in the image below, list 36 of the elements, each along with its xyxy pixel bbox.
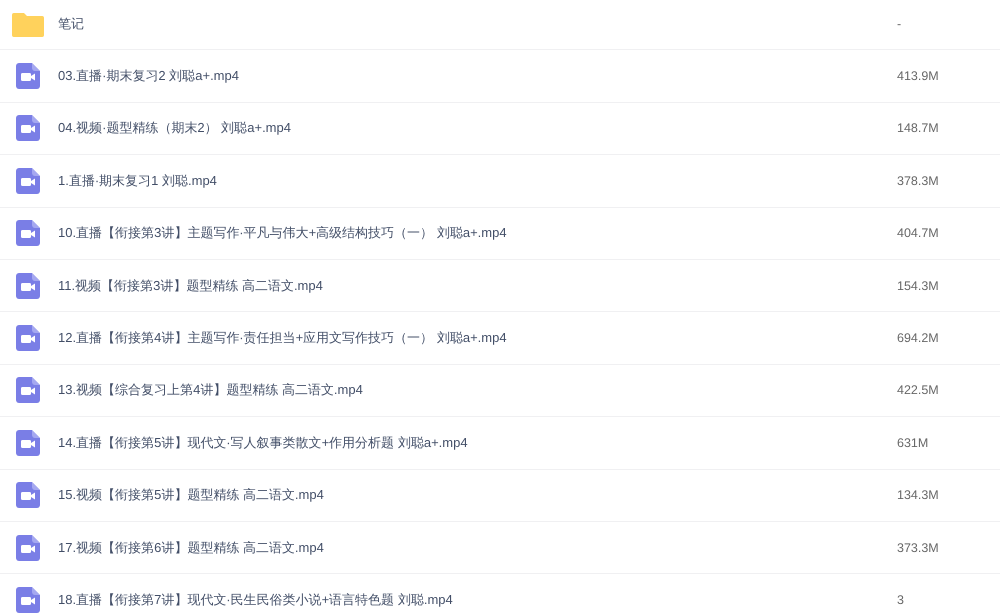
file-name[interactable]: 04.视频·题型精练（期末2） 刘聪a+.mp4	[58, 119, 897, 138]
video-file-icon	[16, 325, 40, 352]
file-name[interactable]: 15.视频【衔接第5讲】题型精练 高二语文.mp4	[58, 486, 897, 504]
file-name[interactable]: 1.直播·期末复习1 刘聪.mp4	[58, 172, 897, 190]
file-size: -	[897, 16, 902, 31]
file-size: 154.3M	[897, 278, 940, 293]
file-name[interactable]: 18.直播【衔接第7讲】现代文·民生民俗类小说+语言特色题 刘聪.mp4	[58, 590, 897, 609]
file-size: 3	[897, 592, 905, 607]
file-name[interactable]: 14.直播【衔接第5讲】现代文·写人叙事类散文+作用分析题 刘聪a+.mp4	[58, 434, 897, 452]
file-size: 404.7M	[897, 226, 940, 240]
video-file-icon	[16, 430, 40, 456]
file-name[interactable]: 12.直播【衔接第4讲】主题写作·责任担当+应用文写作技巧（一） 刘聪a+.mp4	[58, 329, 897, 348]
file-size: 134.3M	[897, 488, 940, 502]
file-size: 694.2M	[897, 331, 940, 346]
file-size: 148.7M	[897, 121, 940, 136]
file-name[interactable]: 03.直播·期末复习2 刘聪a+.mp4	[58, 67, 897, 86]
file-name[interactable]: 17.视频【衔接第6讲】题型精练 高二语文.mp4	[58, 538, 897, 557]
file-size: 631M	[897, 436, 930, 450]
video-file-icon	[16, 482, 40, 508]
file-size: 373.3M	[897, 540, 940, 555]
file-name[interactable]: 13.视频【综合复习上第4讲】题型精练 高二语文.mp4	[58, 381, 897, 400]
video-file-icon	[16, 168, 40, 194]
folder-icon	[12, 10, 44, 37]
video-file-icon	[16, 220, 40, 246]
file-name[interactable]: 10.直播【衔接第3讲】主题写作·平凡与伟大+高级结构技巧（一） 刘聪a+.mp4	[58, 224, 897, 242]
file-name[interactable]: 笔记	[58, 14, 897, 33]
video-file-icon	[16, 534, 40, 561]
video-file-icon	[16, 63, 40, 90]
file-name[interactable]: 11.视频【衔接第3讲】题型精练 高二语文.mp4	[58, 276, 897, 295]
video-file-icon	[16, 377, 40, 404]
file-size: 378.3M	[897, 174, 940, 188]
video-file-icon	[16, 115, 40, 142]
file-size: 422.5M	[897, 383, 940, 398]
video-file-icon	[16, 586, 40, 613]
video-file-icon	[16, 272, 40, 299]
file-size: 413.9M	[897, 69, 940, 84]
